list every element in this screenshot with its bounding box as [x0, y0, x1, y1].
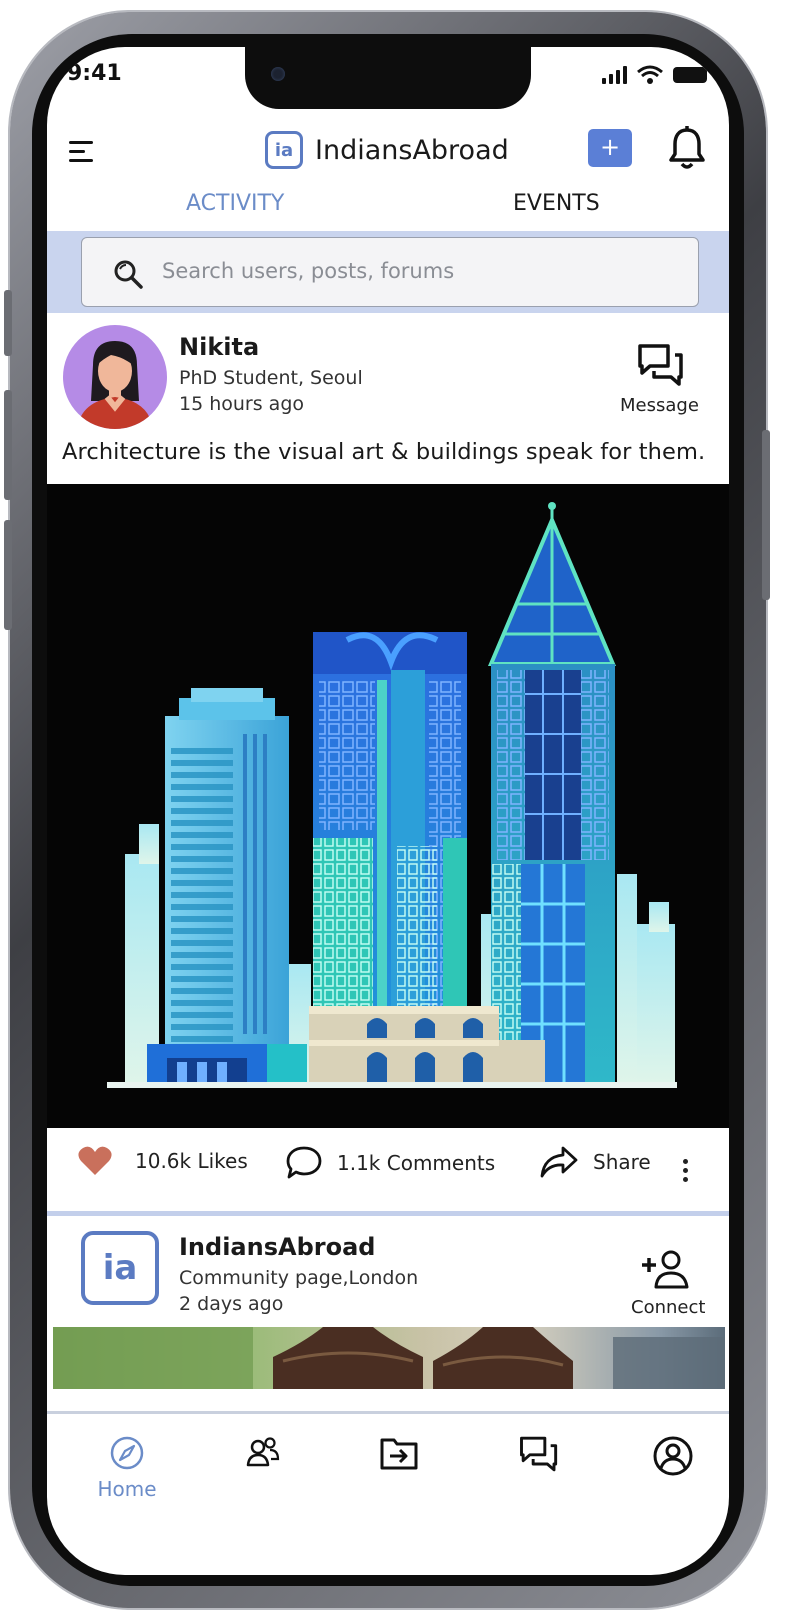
- search-bar: Search users, posts, forums: [47, 231, 729, 313]
- status-icons: [602, 65, 707, 85]
- brand-name: IndiansAbroad: [315, 134, 509, 166]
- post-actions: 10.6k Likes 1.1k Comments Share: [47, 1135, 729, 1201]
- side-button: [4, 290, 12, 356]
- search-icon: [114, 260, 143, 289]
- nav-home[interactable]: Home: [87, 1435, 167, 1501]
- nav-community[interactable]: [223, 1435, 303, 1469]
- tabs: ACTIVITY EVENTS: [47, 187, 729, 231]
- menu-icon[interactable]: [69, 141, 95, 163]
- buildings-illustration: [107, 502, 677, 1088]
- post-2-subtitle: Community page,London: [179, 1267, 419, 1289]
- nav-messages[interactable]: [499, 1435, 579, 1473]
- like-button[interactable]: 10.6k Likes: [77, 1145, 248, 1177]
- volume-down-button: [4, 520, 12, 630]
- post-image[interactable]: [47, 484, 729, 1128]
- comment-icon: [286, 1146, 322, 1179]
- volume-up-button: [4, 390, 12, 500]
- message-icon[interactable]: [637, 343, 685, 387]
- users-icon: [246, 1437, 280, 1467]
- comment-button[interactable]: 1.1k Comments: [285, 1145, 495, 1181]
- brand: ia IndiansAbroad: [265, 131, 509, 169]
- share-label: Share: [593, 1150, 651, 1174]
- status-time: 9:41: [67, 61, 122, 86]
- search-input[interactable]: Search users, posts, forums: [81, 237, 699, 307]
- nav-profile[interactable]: [633, 1435, 713, 1477]
- search-placeholder: Search users, posts, forums: [162, 259, 455, 283]
- author-name[interactable]: Nikita: [179, 333, 259, 361]
- bell-icon[interactable]: [667, 125, 707, 171]
- wifi-icon: [637, 65, 663, 84]
- profile-icon: [653, 1436, 693, 1476]
- post-2-time: 2 days ago: [179, 1293, 284, 1315]
- more-options-icon[interactable]: [683, 1159, 689, 1186]
- folder-import-icon: [380, 1438, 418, 1470]
- post-time: 15 hours ago: [179, 393, 305, 415]
- signal-icon: [602, 66, 627, 84]
- post-divider: [47, 1211, 729, 1216]
- tab-events[interactable]: EVENTS: [513, 191, 600, 216]
- battery-icon: [673, 67, 707, 83]
- bottom-nav-divider: [47, 1411, 729, 1414]
- bottom-nav: Home: [47, 1415, 729, 1515]
- brand-logo-icon: ia: [265, 131, 303, 169]
- post-2: ia IndiansAbroad Community page,London 2…: [47, 1219, 729, 1389]
- notch: [245, 47, 531, 109]
- share-button[interactable]: Share: [539, 1145, 651, 1179]
- page-logo-icon[interactable]: ia: [81, 1231, 159, 1305]
- chat-icon: [520, 1436, 558, 1472]
- post-header: Nikita PhD Student, Seoul 15 hours ago M…: [47, 313, 729, 441]
- nav-files[interactable]: [359, 1435, 439, 1471]
- app-screen: 9:41 ia IndiansAbroad + ACTIVITY EVENTS: [47, 47, 729, 1575]
- share-icon: [540, 1146, 578, 1178]
- nav-home-label: Home: [97, 1477, 157, 1501]
- top-bar: ia IndiansAbroad +: [47, 125, 729, 185]
- temple-roof-illustration: [53, 1327, 725, 1389]
- author-subtitle: PhD Student, Seoul: [179, 367, 363, 389]
- comments-count: 1.1k Comments: [337, 1151, 496, 1175]
- message-label[interactable]: Message: [620, 395, 699, 416]
- add-user-icon[interactable]: [639, 1249, 691, 1289]
- likes-count: 10.6k Likes: [135, 1149, 248, 1173]
- user-avatar-icon: [77, 341, 153, 429]
- post-2-image[interactable]: [53, 1327, 725, 1389]
- heart-icon: [78, 1146, 112, 1175]
- avatar[interactable]: [63, 325, 167, 429]
- tab-activity[interactable]: ACTIVITY: [186, 191, 284, 216]
- connect-label[interactable]: Connect: [631, 1297, 705, 1318]
- power-button: [762, 430, 770, 600]
- compass-icon: [110, 1436, 144, 1470]
- post-text: Architecture is the visual art & buildin…: [62, 439, 706, 465]
- add-post-button[interactable]: +: [588, 129, 632, 167]
- post-2-author[interactable]: IndiansAbroad: [179, 1233, 375, 1261]
